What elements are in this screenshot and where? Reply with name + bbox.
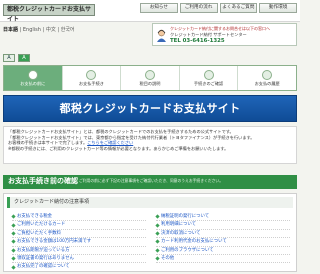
tab-payment-history[interactable]: お支払の履歴 (237, 66, 296, 90)
support-center-box: クレジットカード納付に関するお問合せは以下の窓口へ クレジットカード納付 サポー… (152, 23, 297, 46)
list-item-label: 利用明細について (161, 222, 196, 228)
bullet-icon (11, 248, 16, 253)
support-notice: クレジットカード納付に関するお問合せは以下の窓口へ (170, 26, 270, 31)
language-chinese[interactable]: 中文 (46, 27, 56, 33)
operator-icon (157, 29, 166, 42)
list-item[interactable]: お支払できる金額は100万円未満です (11, 238, 146, 247)
lightbulb-icon (27, 69, 38, 80)
tab-confirm-procedure[interactable]: 手続きのご確認 (178, 66, 238, 90)
list-item-label: 決済の取消について (161, 230, 201, 236)
tab-label: 税目の説明 (139, 80, 161, 86)
language-english[interactable]: English (23, 27, 41, 33)
procedure-note: ご利用の前に必ず下記の注意事項をご確認いただき、同意のうえお手続きください。 (79, 178, 224, 183)
bullet-icon (11, 239, 16, 244)
list-item-label: ご負担いただく手数料 (17, 230, 61, 236)
list-item-label: お支払完了の確認について (17, 264, 70, 270)
hero-banner: 都税クレジットカードお支払サイト (3, 95, 297, 122)
tab-label: お支払の履歴 (254, 80, 280, 86)
bullet-icon (11, 264, 16, 270)
list-item-label: ご利用いただけるカード (17, 222, 66, 228)
site-title[interactable]: 都税クレジットカードお支払サイト (3, 4, 95, 23)
history-icon (262, 69, 273, 80)
list-item[interactable]: カード利用代金のお支払について (155, 238, 290, 247)
bullet-icon (155, 248, 160, 253)
nav-faq-button[interactable]: よくあるご質問 (219, 3, 258, 13)
document-icon (144, 69, 155, 80)
bullet-icon (11, 214, 16, 219)
list-item[interactable]: ご負担いただく手数料 (11, 230, 146, 239)
tab-label: 手続きのご確認 (193, 80, 224, 86)
details-link[interactable]: こちらをご確認ください (87, 140, 133, 145)
tab-before-payment[interactable]: お支払の前に (4, 66, 62, 90)
list-item-label: お支払できる税金 (17, 213, 53, 219)
intro-paragraph: ※都税の手続きには、ご利用のクレジットカード等の情報が必要となります。あらかじめ… (8, 145, 229, 151)
list-item[interactable]: 納税証明の発行について (155, 213, 290, 222)
tab-label: お支払の前に (20, 80, 46, 86)
bullet-icon (11, 256, 16, 261)
procedure-title: お支払手続き前の確認 (8, 177, 78, 185)
list-item-label: カード利用代金のお支払について (161, 239, 227, 245)
header: 都税クレジットカードお支払サイト お知らせ ご利用の流れ よくあるご質問 動作環… (0, 0, 300, 23)
list-item[interactable]: ご利用いただけるカード (11, 221, 146, 230)
language-korean[interactable]: 한국어 (61, 27, 75, 33)
list-item-label: お支払できる金額は100万円未満です (17, 239, 92, 245)
procedure-header: お支払手続き前の確認 ご利用の前に必ず下記の注意事項をご確認いただき、同意のうえ… (3, 175, 297, 189)
nav-flow-button[interactable]: ご利用の流れ (179, 3, 218, 13)
list-item[interactable]: お支払できる税金 (11, 213, 146, 222)
list-item[interactable]: ご利用のブラウザについて (155, 247, 290, 255)
main-tabs: お支払の前に お支払手続き 税目の説明 手続きのご確認 お支払の履歴 (3, 65, 297, 91)
nav-environment-button[interactable]: 動作環境 (259, 3, 297, 13)
page: 都税クレジットカードお支払サイト お知らせ ご利用の流れ よくあるご質問 動作環… (0, 0, 300, 274)
tab-payment-procedure[interactable]: お支払手続き (61, 66, 121, 90)
list-item-label: 納税証明の発行について (161, 213, 210, 219)
list-item-label: ご利用のブラウザについて (161, 247, 214, 253)
notes-section-title: クレジットカード納付の注意事項 (7, 197, 293, 208)
list-item[interactable]: お支払完了の確認について (11, 263, 146, 272)
list-item-label: 領収証書の発行はありません (17, 255, 74, 261)
bullet-icon (155, 231, 160, 236)
pencil-icon (86, 69, 97, 80)
list-item[interactable]: お支払期限が迫っている方 (11, 247, 146, 255)
magnifier-icon (203, 69, 214, 80)
tab-label: お支払手続き (78, 80, 104, 86)
list-item[interactable]: 領収証書の発行はありません (11, 255, 146, 264)
intro-sentence: お客様の手続きは本サイトで完了します。 (8, 140, 88, 146)
list-item[interactable]: その他 (155, 255, 290, 264)
bullet-icon (155, 222, 160, 228)
intro-text: 「都税クレジットカードお支払サイト」とは、都税のクレジットカードでのお支払を手続… (3, 126, 297, 164)
font-size-normal-button[interactable]: A (3, 54, 15, 62)
list-item[interactable]: 決済の取消について (155, 230, 290, 239)
bullet-icon (155, 256, 160, 261)
nav-news-button[interactable]: お知らせ (140, 3, 178, 13)
bullet-icon (11, 231, 16, 236)
support-center-name: クレジットカード納付 サポートセンター (170, 32, 247, 37)
language-selector: 日本語 | English | 中文 | 한국어 (3, 27, 75, 34)
support-phone[interactable]: TEL 03-6416-1325 (170, 38, 225, 45)
font-size-selector: A A (3, 54, 30, 62)
bullet-icon (155, 239, 160, 244)
list-item-label: その他 (161, 255, 175, 261)
list-item-label: お支払期限が迫っている方 (17, 247, 70, 253)
font-size-large-button[interactable]: A (18, 54, 30, 62)
notes-list-right: 納税証明の発行について 利用明細について 決済の取消について カード利用代金のお… (155, 213, 290, 264)
list-item[interactable]: 利用明細について (155, 221, 290, 230)
bullet-icon (11, 222, 16, 228)
language-japanese[interactable]: 日本語 (3, 27, 18, 33)
top-navigation: お知らせ ご利用の流れ よくあるご質問 動作環境 (140, 3, 297, 13)
notes-list-left: お支払できる税金 ご利用いただけるカード ご負担いただく手数料 お支払できる金額… (11, 213, 146, 272)
notes-section: クレジットカード納付の注意事項 お支払できる税金 ご利用いただけるカード ご負担… (3, 193, 297, 272)
bullet-icon (155, 214, 160, 219)
tab-tax-description[interactable]: 税目の説明 (120, 66, 179, 90)
